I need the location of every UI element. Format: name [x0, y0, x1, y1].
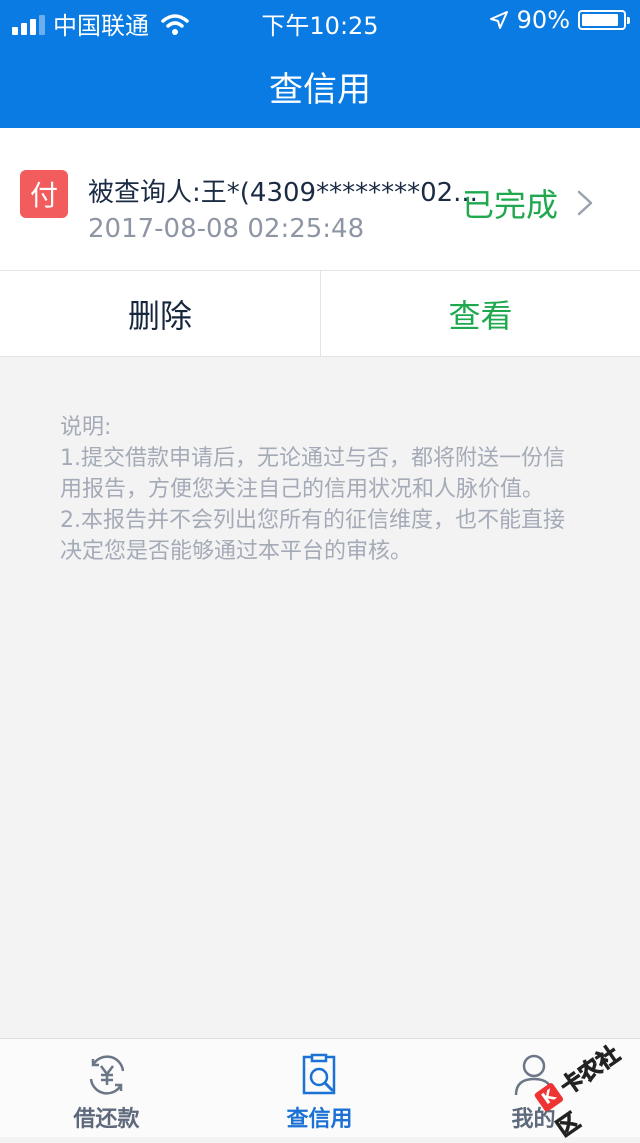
tab-credit[interactable]: 查信用: [213, 1039, 426, 1137]
location-arrow-icon: [489, 11, 508, 29]
credit-record-card: 付 被查询人:王*(4309********02... 2017-08-08 0…: [0, 128, 640, 357]
battery-icon: [578, 10, 630, 30]
tab-loans[interactable]: 借还款: [0, 1039, 213, 1137]
delete-button[interactable]: 删除: [0, 271, 320, 356]
tab-label-credit: 查信用: [286, 1107, 353, 1132]
record-title[interactable]: 被查询人:王*(4309********02...: [88, 172, 478, 209]
view-button[interactable]: 查看: [321, 271, 640, 356]
notes-heading: 说明:: [60, 415, 112, 440]
battery-percent: 90%: [516, 6, 570, 34]
status-badge[interactable]: 已完成: [462, 180, 558, 226]
status-bar: 中国联通 下午10:25 90%: [0, 0, 640, 40]
tab-label-loans: 借还款: [73, 1107, 140, 1132]
page-title: 查信用: [269, 70, 371, 110]
credit-search-icon: [302, 1053, 335, 1095]
notes-section: 说明: 1.提交借款申请后，无论通过与否，都将附送一份信用报告，方便您关注自己的…: [60, 412, 580, 567]
battery-fill: [582, 14, 618, 26]
status-right: 90%: [489, 6, 630, 34]
yuan-exchange-icon: [89, 1055, 124, 1095]
chevron-right-icon[interactable]: [576, 190, 594, 216]
record-timestamp: 2017-08-08 02:25:48: [88, 214, 365, 244]
notes-line-1: 1.提交借款申请后，无论通过与否，都将附送一份信用报告，方便您关注自己的信用状况…: [60, 446, 565, 502]
notes-line-2: 2.本报告并不会列出您所有的征信维度，也不能直接决定您是否能够通过本平台的审核。: [60, 508, 565, 564]
payment-badge: 付: [20, 170, 68, 218]
